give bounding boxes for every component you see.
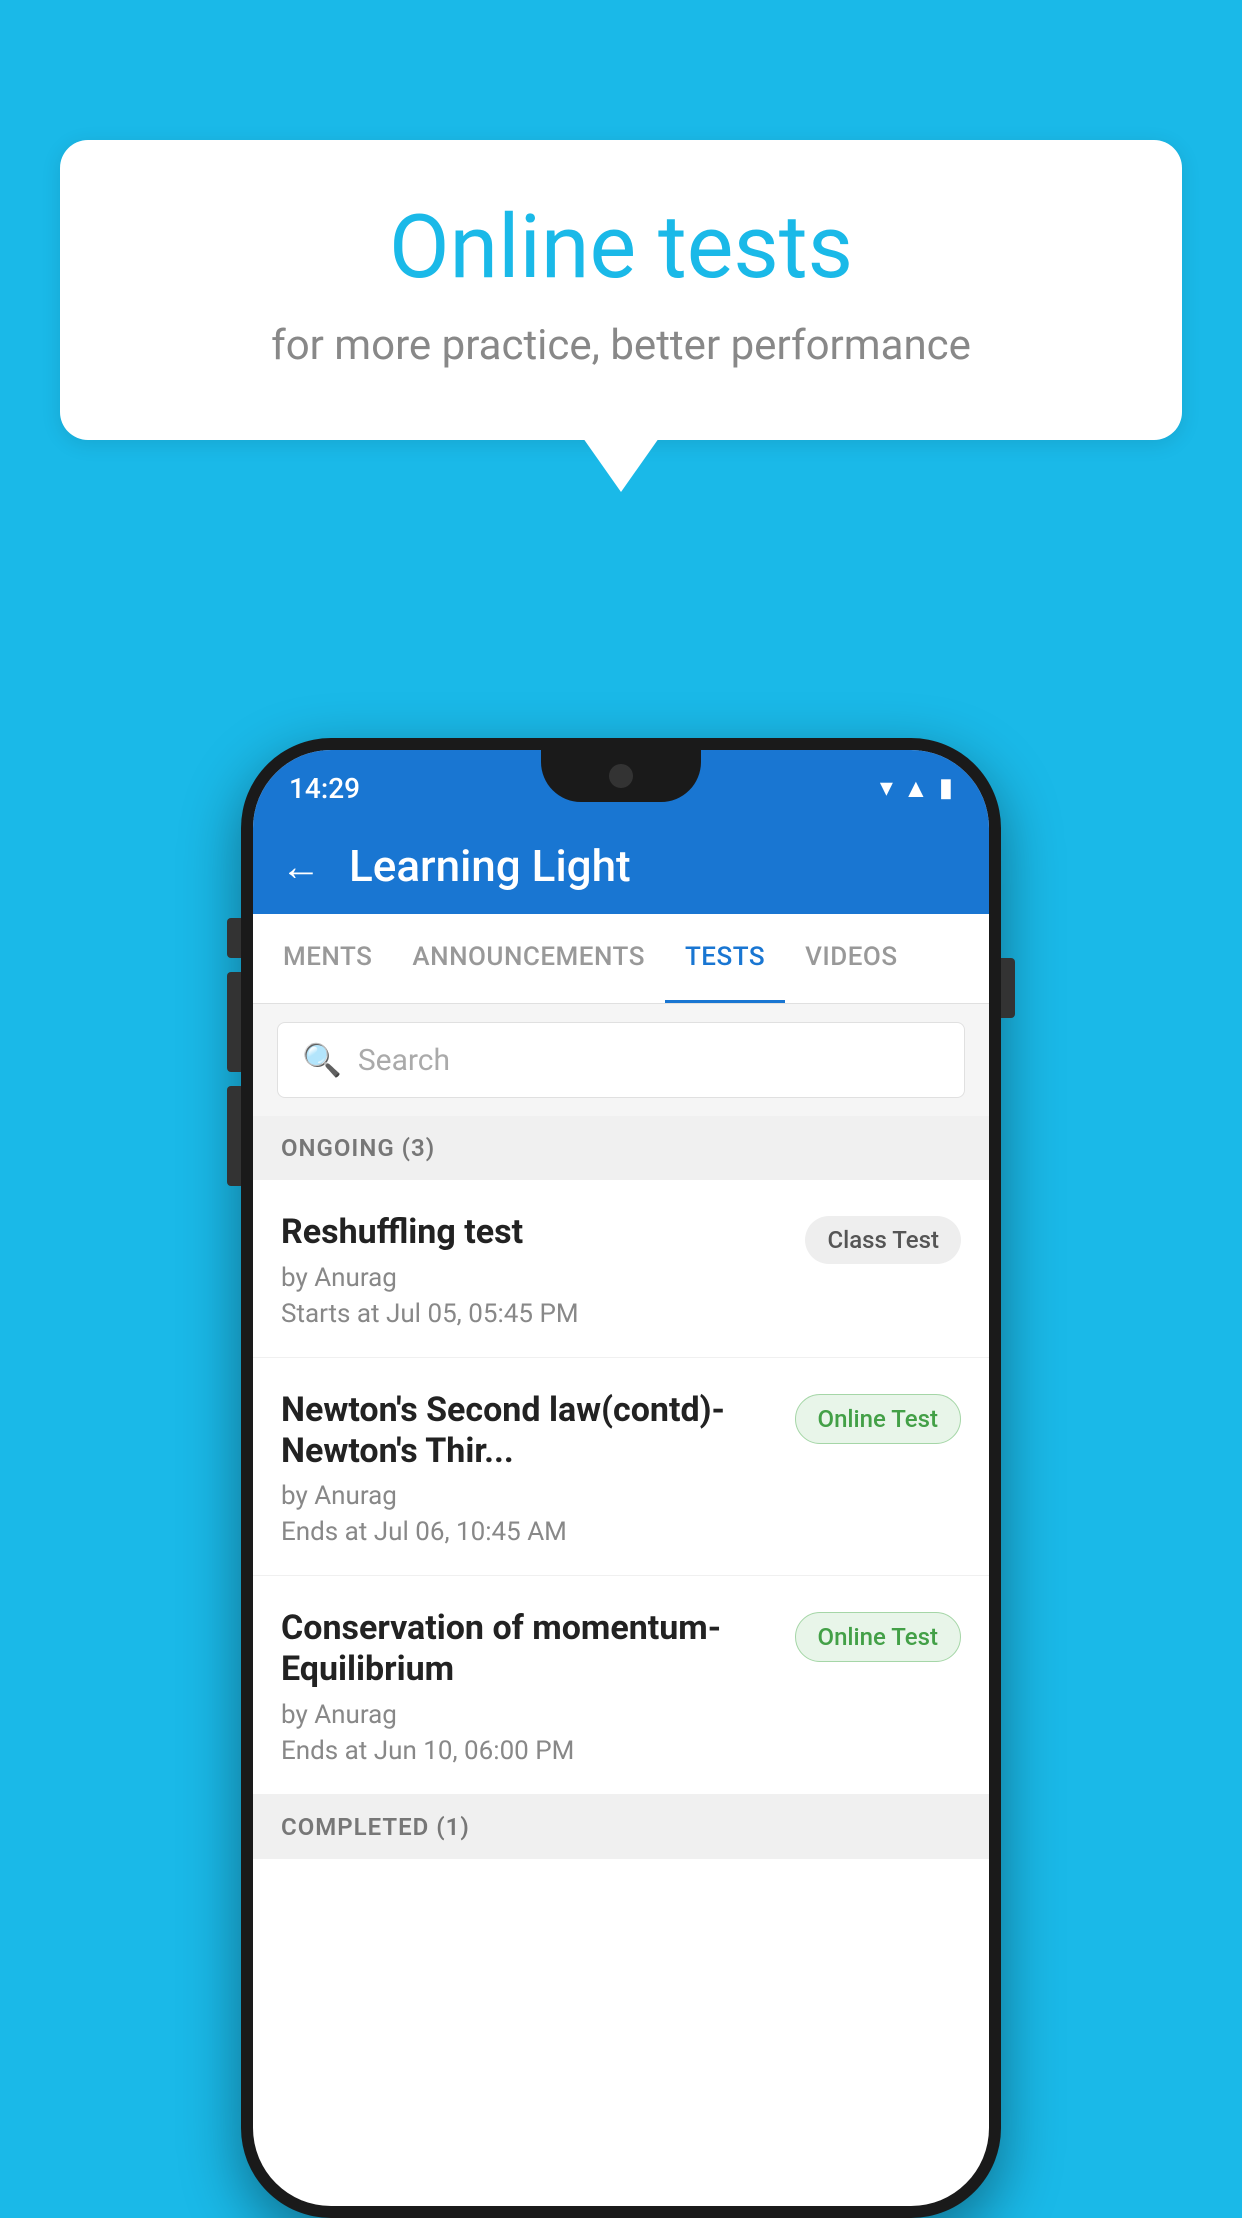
ongoing-section-header: ONGOING (3)	[253, 1116, 989, 1180]
test-item[interactable]: Reshuffling test by Anurag Starts at Jul…	[253, 1180, 989, 1358]
search-icon: 🔍	[302, 1041, 342, 1079]
badge-class-test: Class Test	[805, 1216, 961, 1264]
test-info: Reshuffling test by Anurag Starts at Jul…	[281, 1212, 805, 1329]
volume-buttons	[227, 918, 241, 1186]
search-bar[interactable]: 🔍 Search	[277, 1022, 965, 1098]
battery-icon: ▮	[939, 773, 953, 803]
ongoing-label: ONGOING (3)	[281, 1134, 435, 1162]
back-button[interactable]: ←	[281, 843, 321, 890]
test-info: Newton's Second law(contd)-Newton's Thir…	[281, 1390, 795, 1548]
completed-label: COMPLETED (1)	[281, 1813, 470, 1841]
completed-section-header: COMPLETED (1)	[253, 1795, 989, 1859]
front-camera	[609, 764, 633, 788]
test-name: Conservation of momentum-Equilibrium	[281, 1608, 779, 1690]
test-name: Newton's Second law(contd)-Newton's Thir…	[281, 1390, 779, 1472]
signal-icon: ▲	[903, 773, 929, 804]
test-item[interactable]: Conservation of momentum-Equilibrium by …	[253, 1576, 989, 1795]
badge-online-test: Online Test	[795, 1394, 961, 1444]
test-date: Ends at Jun 10, 06:00 PM	[281, 1736, 779, 1766]
badge-online-test-2: Online Test	[795, 1612, 961, 1662]
bubble-title: Online tests	[140, 200, 1102, 297]
app-bar: ← Learning Light	[253, 818, 989, 914]
test-name: Reshuffling test	[281, 1212, 789, 1253]
tab-announcements[interactable]: ANNOUNCEMENTS	[392, 914, 665, 1003]
status-time: 14:29	[289, 772, 360, 805]
tab-videos[interactable]: VIDEOS	[785, 914, 917, 1003]
tab-bar: MENTS ANNOUNCEMENTS TESTS VIDEOS	[253, 914, 989, 1004]
tab-ments[interactable]: MENTS	[263, 914, 392, 1003]
test-by: by Anurag	[281, 1263, 789, 1293]
test-by: by Anurag	[281, 1700, 779, 1730]
status-icons: ▾ ▲ ▮	[880, 773, 953, 804]
test-date: Ends at Jul 06, 10:45 AM	[281, 1517, 779, 1547]
bubble-subtitle: for more practice, better performance	[140, 321, 1102, 370]
tab-tests[interactable]: TESTS	[665, 914, 785, 1003]
phone-notch	[541, 750, 701, 802]
test-item[interactable]: Newton's Second law(contd)-Newton's Thir…	[253, 1358, 989, 1577]
search-container: 🔍 Search	[253, 1004, 989, 1116]
speech-bubble-container: Online tests for more practice, better p…	[60, 140, 1182, 440]
app-bar-title: Learning Light	[349, 840, 631, 892]
wifi-icon: ▾	[880, 773, 893, 803]
phone-frame: 14:29 ▾ ▲ ▮ ← Learning Light MENTS ANNOU…	[241, 738, 1001, 2218]
speech-bubble: Online tests for more practice, better p…	[60, 140, 1182, 440]
search-input[interactable]: Search	[358, 1043, 450, 1078]
power-button	[1001, 958, 1015, 1018]
test-by: by Anurag	[281, 1481, 779, 1511]
test-info: Conservation of momentum-Equilibrium by …	[281, 1608, 795, 1766]
phone-screen: 14:29 ▾ ▲ ▮ ← Learning Light MENTS ANNOU…	[253, 750, 989, 2206]
test-date: Starts at Jul 05, 05:45 PM	[281, 1299, 789, 1329]
